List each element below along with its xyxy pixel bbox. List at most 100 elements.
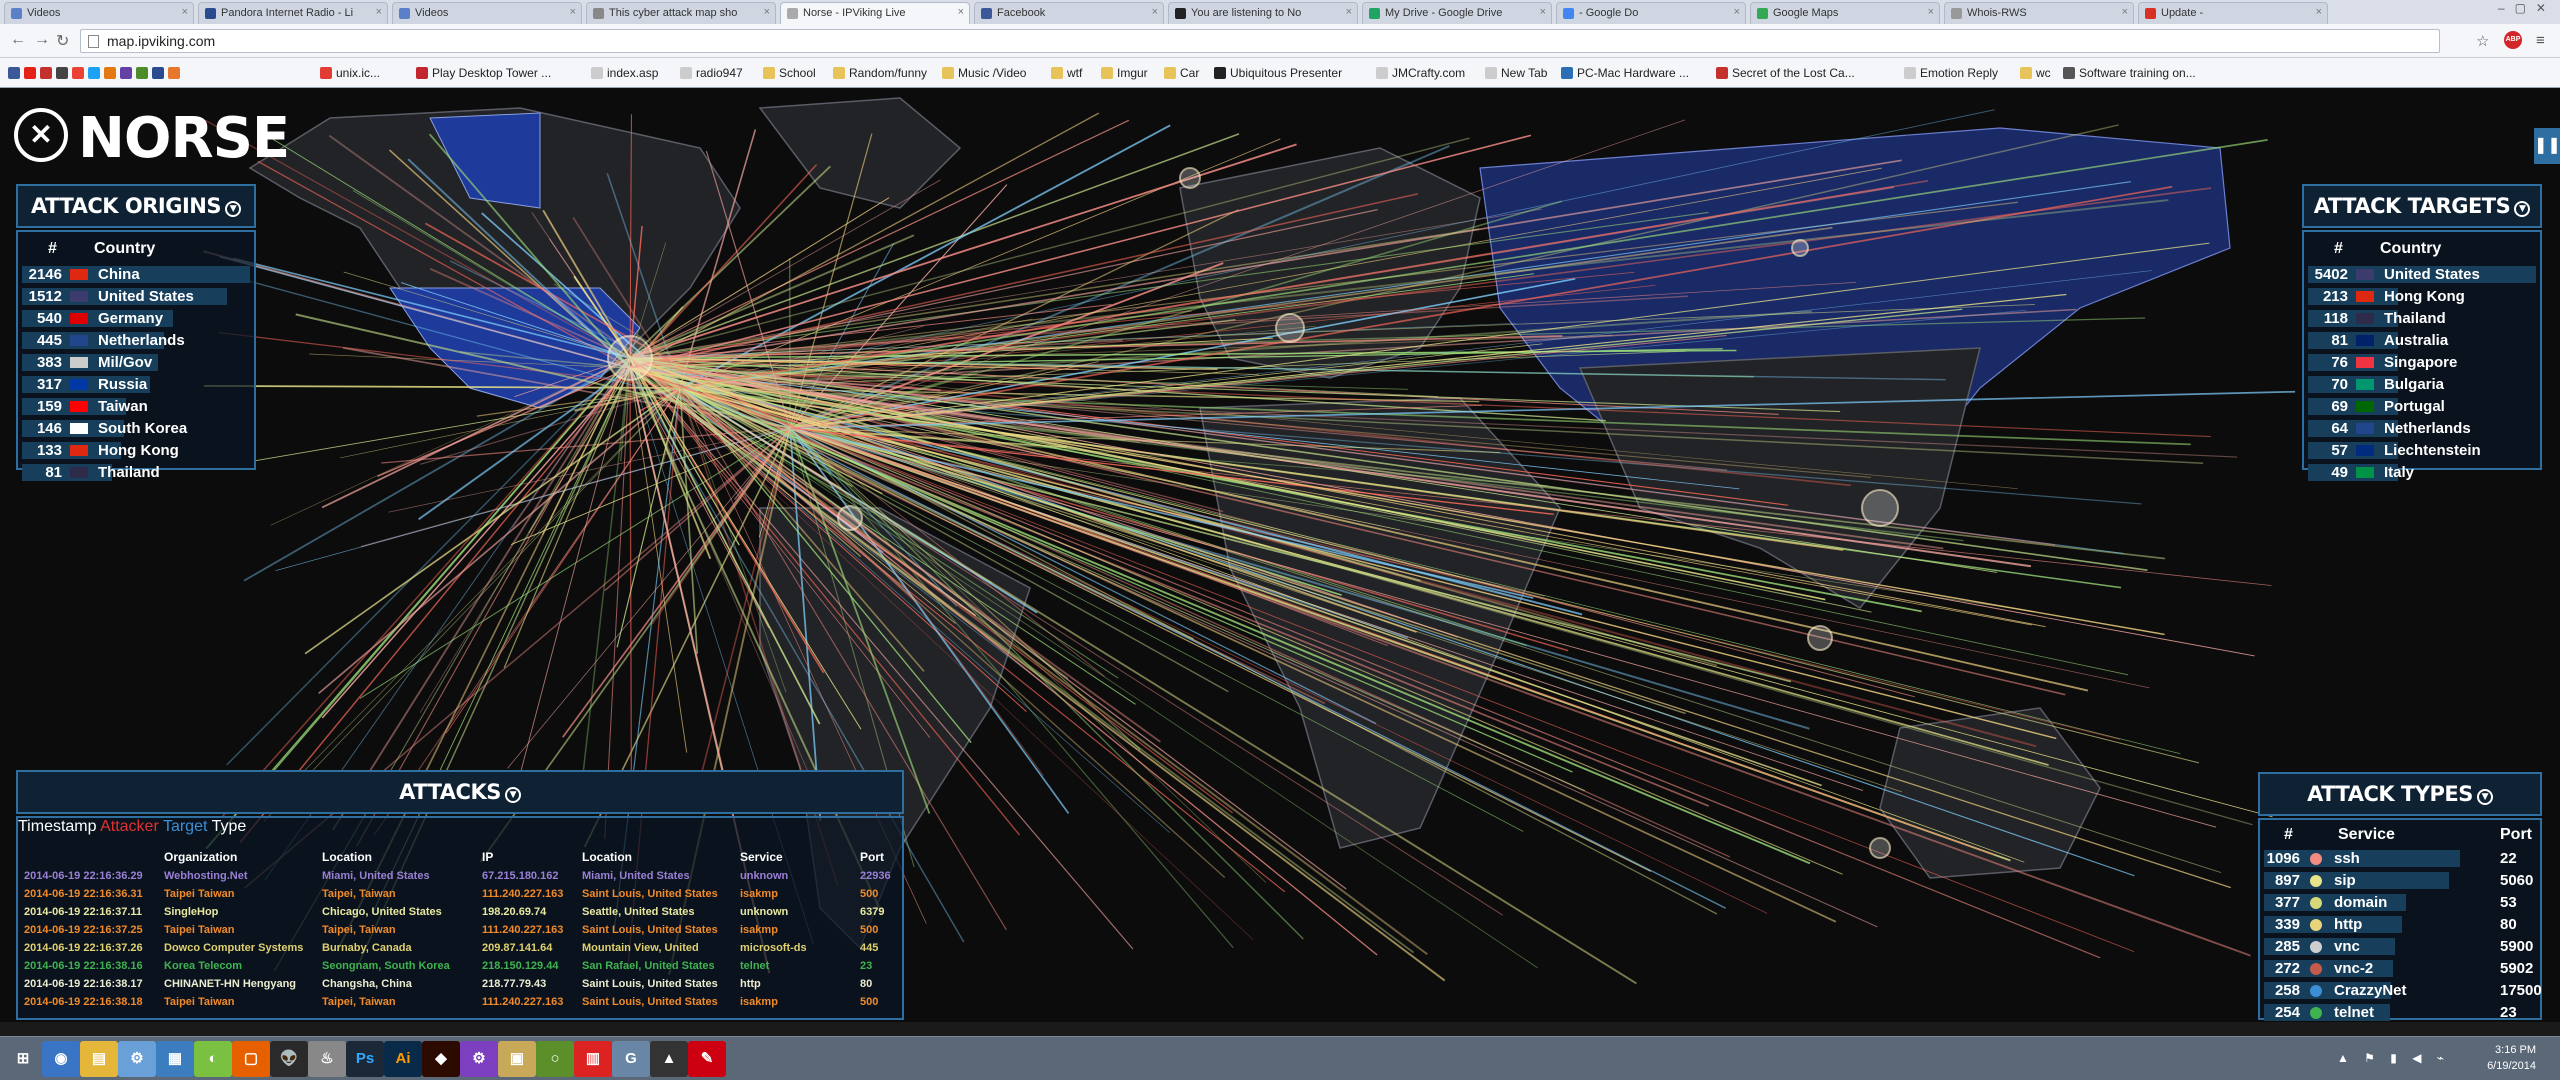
taskbar-app-icon[interactable]: G [612,1041,650,1077]
close-icon[interactable]: × [376,6,382,18]
bookmark-item[interactable]: New Tab [1485,66,1547,80]
bookmark-item[interactable]: unix.ic... [320,66,380,80]
browser-tab[interactable]: Videos × [392,2,582,24]
bookmark-item[interactable]: Imgur [1101,66,1148,80]
tab-label: My Drive - Google Drive [1385,7,1503,19]
bookmark-item[interactable]: JMCrafty.com [1376,66,1465,80]
taskbar-app-icon[interactable]: ▣ [498,1041,536,1077]
browser-tab[interactable]: Videos × [4,2,194,24]
bookmark-item[interactable]: wtf [1051,66,1082,80]
bookmark-item[interactable]: index.asp [591,66,658,80]
close-icon[interactable]: × [2122,6,2128,18]
close-icon[interactable]: × [1734,6,1740,18]
adblock-icon[interactable]: ABP [2504,31,2522,49]
country-flag-icon [70,401,88,412]
bookmark-favicon-icon [416,67,428,79]
close-icon[interactable]: × [1928,6,1934,18]
bookmark-item[interactable]: PC-Mac Hardware ... [1561,66,1689,80]
row-service: vnc [2334,938,2360,955]
taskbar-app-icon[interactable]: ⊞ [4,1041,42,1077]
bookmark-item[interactable]: Emotion Reply [1904,66,1998,80]
attack-origins-header[interactable]: ATTACK ORIGINS ▼ [16,184,256,228]
taskbar-app-icon[interactable]: ▤ [80,1041,118,1077]
taskbar-app-icon[interactable]: ▥ [574,1041,612,1077]
tab-favicon-icon [1175,8,1186,19]
address-bar[interactable]: map.ipviking.com [80,29,2440,53]
bookmark-item[interactable]: Play Desktop Tower ... [416,66,551,80]
bookmark-item[interactable]: School [763,66,816,80]
taskbar-app-icon[interactable]: Ps [346,1041,384,1077]
address-toolbar: ← → ↻ map.ipviking.com ☆ ABP ≡ [0,24,2560,58]
forward-icon[interactable]: → [34,31,50,49]
close-icon[interactable]: × [1152,6,1158,18]
table-row: 213 Hong Kong [2308,286,2538,307]
taskbar-app-icon[interactable]: ◐ [194,1041,232,1077]
tab-favicon-icon [1369,8,1380,19]
taskbar-app-icon[interactable]: ▦ [156,1041,194,1077]
attacks-h-type: Type [211,818,247,835]
close-icon[interactable]: × [764,6,770,18]
close-icon[interactable]: × [1346,6,1352,18]
back-icon[interactable]: ← [10,31,26,49]
browser-tab[interactable]: This cyber attack map sho × [586,2,776,24]
bookmark-item[interactable]: Software training on... [2063,66,2196,80]
browser-tab[interactable]: Google Maps × [1750,2,1940,24]
browser-tab[interactable]: Pandora Internet Radio - Li × [198,2,388,24]
browser-tab[interactable]: My Drive - Google Drive × [1362,2,1552,24]
attack-arc [321,367,631,719]
browser-tab[interactable]: - Google Do × [1556,2,1746,24]
side-toggle-button[interactable]: ❚❚ [2534,128,2560,164]
attacks-header[interactable]: ATTACKS ▼ [16,770,904,814]
close-icon[interactable]: × [182,6,188,18]
country-flag-icon [70,291,88,302]
browser-tab[interactable]: Facebook × [974,2,1164,24]
browser-tab[interactable]: Update - × [2138,2,2328,24]
taskbar-app-icon[interactable]: ◆ [422,1041,460,1077]
bookmark-item[interactable]: wc [2020,66,2051,80]
attack-loc: Miami, United States [322,870,430,882]
clock[interactable]: 3:16 PM 6/19/2014 [2487,1042,2536,1074]
tab-label: You are listening to No [1191,7,1302,19]
tab-strip: Videos × Pandora Internet Radio - Li × Video… [0,0,2560,24]
browser-tab[interactable]: Whois-RWS × [1944,2,2134,24]
taskbar-app-icon[interactable]: 👽 [270,1041,308,1077]
tab-favicon-icon [1757,8,1768,19]
attack-targets-header[interactable]: ATTACK TARGETS ▼ [2302,184,2542,228]
row-country: United States [98,288,194,305]
bookmark-label: New Tab [1501,66,1548,80]
close-icon[interactable]: × [570,6,576,18]
row-country: South Korea [98,420,188,437]
close-icon[interactable]: × [1540,6,1546,18]
close-icon[interactable]: × [958,6,964,18]
taskbar-app-icon[interactable]: Ai [384,1041,422,1077]
bookmark-star-icon[interactable]: ☆ [2476,32,2489,50]
menu-icon[interactable]: ≡ [2536,32,2545,49]
taskbar-app-icon[interactable]: ▢ [232,1041,270,1077]
taskbar-app-icon[interactable]: ✎ [688,1041,726,1077]
bookmark-item[interactable]: Car [1164,66,1199,80]
browser-tab[interactable]: You are listening to No × [1168,2,1358,24]
taskbar-app-icon[interactable]: ♨ [308,1041,346,1077]
browser-tab[interactable]: Norse - IPViking Live × [780,2,970,24]
bookmark-quick-icons[interactable] [8,66,184,80]
bookmark-item[interactable]: Music /Video [942,66,1026,80]
system-tray[interactable]: ▲ ⚑ ▮ ◀ ⌁ [2337,1051,2450,1065]
window-controls[interactable]: –▢✕ [2498,1,2556,15]
taskbar-app-icon[interactable]: ◉ [42,1041,80,1077]
tab-label: Google Maps [1773,7,1839,19]
reload-icon[interactable]: ↻ [56,31,69,51]
bookmark-item[interactable]: Random/funny [833,66,927,80]
taskbar-app-icon[interactable]: ⚙ [460,1041,498,1077]
taskbar-app-icon[interactable]: ▲ [650,1041,688,1077]
attack-org: Dowco Computer Systems [164,942,304,954]
row-count: 897 [2274,872,2300,889]
close-icon[interactable]: × [2316,6,2322,18]
attack-org: Taipei Taiwan [164,888,235,900]
bookmark-item[interactable]: radio947 [680,66,743,80]
attack-types-header[interactable]: ATTACK TYPES ▼ [2258,772,2542,816]
taskbar-app-icon[interactable]: ⚙ [118,1041,156,1077]
bookmark-item[interactable]: Ubiquitous Presenter [1214,66,1342,80]
table-row: 2014-06-19 22:16:36.29 Webhosting.Net Miam… [24,868,904,886]
bookmark-item[interactable]: Secret of the Lost Ca... [1716,66,1855,80]
taskbar-app-icon[interactable]: ○ [536,1041,574,1077]
